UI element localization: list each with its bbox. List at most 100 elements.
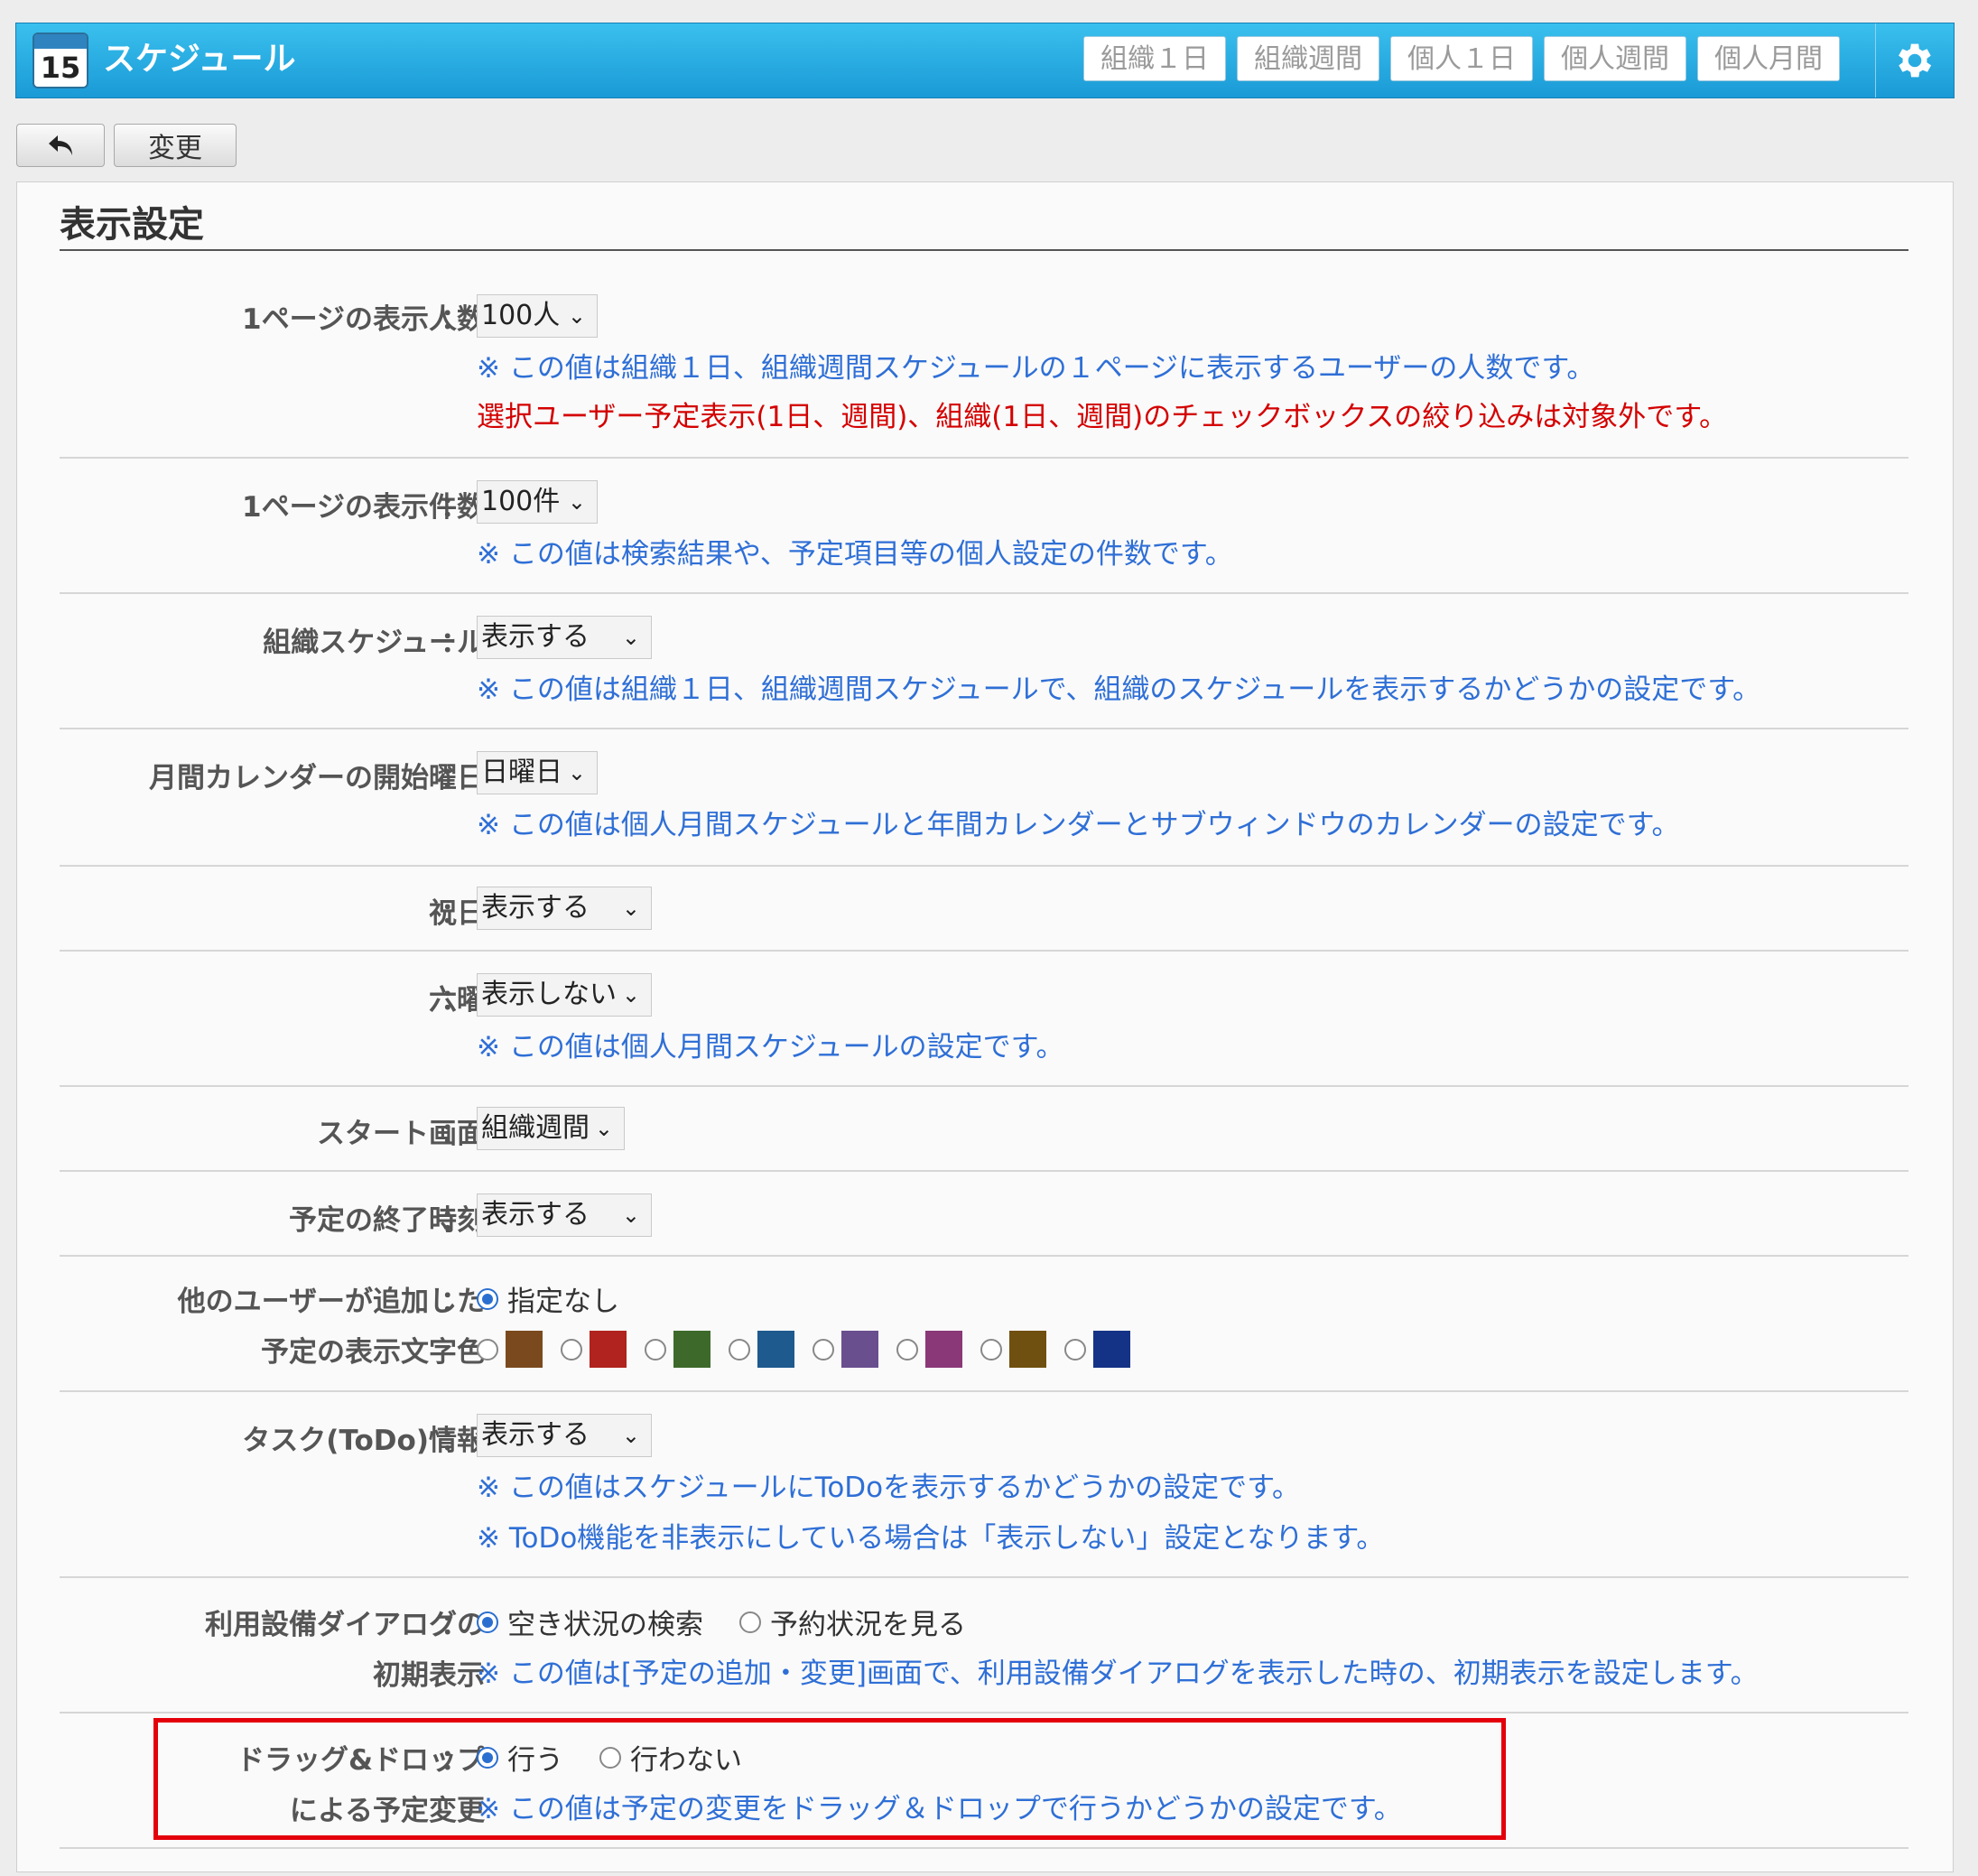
gear-icon xyxy=(1899,43,1932,78)
select-value: 表示する xyxy=(481,621,590,653)
setting-note: ※ この値は[予定の追加・変更]画面で、利用設備ダイアログを表示した時の、初期表… xyxy=(477,1658,1759,1690)
start-screen-select[interactable]: 組織週間 ⌄ xyxy=(477,1107,625,1150)
color-none-option[interactable]: 指定なし xyxy=(477,1278,619,1319)
color-radio-6[interactable] xyxy=(896,1338,918,1361)
chevron-down-icon: ⌄ xyxy=(621,982,640,1008)
select-value: 表示する xyxy=(481,1419,590,1451)
per-page-people-select[interactable]: 100人 ⌄ xyxy=(477,294,598,338)
radio-label: 指定なし xyxy=(507,1286,619,1318)
color-swatch-4[interactable] xyxy=(757,1331,794,1368)
setting-row-text-color: 他のユーザーが追加した 予定の表示文字色 ： 指定なし xyxy=(60,1257,1908,1392)
label-colon: ： xyxy=(441,1118,469,1150)
tab-personal-month[interactable]: 個人月間 xyxy=(1697,36,1840,81)
setting-note: ※ この値はスケジュールにToDoを表示するかどうかの設定です。 xyxy=(477,1472,1301,1504)
chevron-down-icon: ⌄ xyxy=(621,896,640,921)
radio-label: 空き状況の検索 xyxy=(507,1609,703,1641)
settings-button[interactable] xyxy=(1875,23,1954,98)
toolbar: 変更 xyxy=(16,124,237,167)
setting-row-facility-dialog: 利用設備ダイアログの 初期表示 ： 空き状況の検索 予約状況を見る ※ この値は… xyxy=(60,1578,1908,1713)
radio-label: 予約状況を見る xyxy=(770,1609,966,1641)
color-swatch-8[interactable] xyxy=(1093,1331,1130,1368)
select-value: 日曜日 xyxy=(481,757,562,788)
color-radio-4[interactable] xyxy=(729,1338,750,1361)
label-colon: ： xyxy=(441,762,469,794)
tab-personal-week[interactable]: 個人週間 xyxy=(1544,36,1686,81)
week-start-select[interactable]: 日曜日 ⌄ xyxy=(477,751,598,794)
label-colon: ： xyxy=(441,303,469,336)
per-page-items-select[interactable]: 100件 ⌄ xyxy=(477,480,598,524)
setting-note: ※ この値は個人月間スケジュールと年間カレンダーとサブウィンドウのカレンダーの設… xyxy=(477,809,1680,841)
setting-row-rokuyo: 六曜 ： 表示しない ⌄ ※ この値は個人月間スケジュールの設定です。 xyxy=(60,952,1908,1087)
tab-personal-day[interactable]: 個人１日 xyxy=(1390,36,1533,81)
app-title: スケジュール xyxy=(103,41,296,78)
setting-note: ※ この値は個人月間スケジュールの設定です。 xyxy=(477,1031,1064,1063)
radio-reservation-status[interactable] xyxy=(739,1611,761,1633)
label-colon: ： xyxy=(441,1204,469,1237)
holidays-select[interactable]: 表示する ⌄ xyxy=(477,887,652,930)
setting-label-line2: 初期表示 xyxy=(373,1659,485,1692)
change-button[interactable]: 変更 xyxy=(114,124,237,167)
color-swatch-1[interactable] xyxy=(506,1331,543,1368)
color-swatch-5[interactable] xyxy=(841,1331,878,1368)
setting-note-2: ※ ToDo機能を非表示にしている場合は「表示しない」設定となります。 xyxy=(477,1522,1385,1555)
select-value: 表示しない xyxy=(481,979,617,1010)
tab-org-day[interactable]: 組織１日 xyxy=(1083,36,1226,81)
calendar-icon: 15 xyxy=(33,33,88,88)
select-value: 組織週間 xyxy=(481,1112,590,1144)
setting-label-line2: 予定の表示文字色 xyxy=(261,1336,485,1369)
radio-selected[interactable] xyxy=(477,1287,498,1310)
setting-label: 月間カレンダーの開始曜日 xyxy=(149,762,485,794)
setting-note: ※ この値は検索結果や、予定項目等の個人設定の件数です。 xyxy=(477,538,1233,571)
todo-select[interactable]: 表示する ⌄ xyxy=(477,1414,652,1457)
setting-note: ※ この値は組織１日、組織週間スケジュールで、組織のスケジュールを表示するかどう… xyxy=(477,673,1761,706)
chevron-down-icon: ⌄ xyxy=(621,1203,640,1228)
back-button[interactable] xyxy=(16,124,105,167)
setting-row-start-screen: スタート画面 ： 組織週間 ⌄ xyxy=(60,1087,1908,1172)
setting-label: 他のユーザーが追加した xyxy=(177,1286,485,1318)
chevron-down-icon: ⌄ xyxy=(621,1423,640,1448)
setting-row-per-page-people: 1ページの表示人数 ： 100人 ⌄ ※ この値は組織１日、組織週間スケジュール… xyxy=(60,251,1908,459)
radio-vacancy-search[interactable] xyxy=(477,1611,498,1633)
label-colon: ： xyxy=(441,627,469,659)
app-header: 15 スケジュール 組織１日 組織週間 個人１日 個人週間 個人月間 xyxy=(15,23,1955,98)
color-radio-1[interactable] xyxy=(477,1338,498,1361)
select-value: 表示する xyxy=(481,1199,590,1231)
label-colon: ： xyxy=(441,1425,469,1457)
view-tabs: 組織１日 組織週間 個人１日 個人週間 個人月間 xyxy=(1083,36,1840,81)
select-value: 100件 xyxy=(481,486,561,517)
label-colon: ： xyxy=(441,491,469,524)
color-radio-3[interactable] xyxy=(645,1338,666,1361)
chevron-down-icon: ⌄ xyxy=(567,489,586,515)
setting-row-week-start: 月間カレンダーの開始曜日 ： 日曜日 ⌄ ※ この値は個人月間スケジュールと年間… xyxy=(60,729,1908,867)
color-swatch-3[interactable] xyxy=(673,1331,710,1368)
org-schedule-select[interactable]: 表示する ⌄ xyxy=(477,616,652,659)
setting-row-holidays: 祝日 ： 表示する ⌄ xyxy=(60,867,1908,952)
chevron-down-icon: ⌄ xyxy=(567,760,586,785)
end-time-select[interactable]: 表示する ⌄ xyxy=(477,1193,652,1237)
label-colon: ： xyxy=(441,897,469,930)
label-colon: ： xyxy=(441,1609,469,1641)
panel-title: 表示設定 xyxy=(60,204,204,246)
setting-row-todo: タスク(ToDo)情報 ： 表示する ⌄ ※ この値はスケジュールにToDoを表… xyxy=(60,1392,1908,1578)
color-radio-2[interactable] xyxy=(561,1338,582,1361)
setting-row-org-schedule: 組織スケジュール ： 表示する ⌄ ※ この値は組織１日、組織週間スケジュールで… xyxy=(60,594,1908,729)
color-swatch-2[interactable] xyxy=(590,1331,627,1368)
label-colon: ： xyxy=(441,1286,469,1318)
color-swatch-7[interactable] xyxy=(1009,1331,1046,1368)
color-radio-5[interactable] xyxy=(813,1338,834,1361)
facility-radio-group: 空き状況の検索 予約状況を見る xyxy=(477,1602,966,1642)
color-swatch-row xyxy=(477,1331,1130,1368)
select-value: 表示する xyxy=(481,892,590,924)
back-arrow-icon xyxy=(49,135,72,155)
color-radio-7[interactable] xyxy=(980,1338,1002,1361)
setting-warning-note: 選択ユーザー予定表示(1日、週間)、組織(1日、週間)のチェックボックスの絞り込… xyxy=(477,401,1728,433)
chevron-down-icon: ⌄ xyxy=(621,625,640,650)
setting-note: ※ この値は組織１日、組織週間スケジュールの１ページに表示するユーザーの人数です… xyxy=(477,352,1595,385)
chevron-down-icon: ⌄ xyxy=(567,303,586,329)
setting-row-per-page-items: 1ページの表示件数 ： 100件 ⌄ ※ この値は検索結果や、予定項目等の個人設… xyxy=(60,459,1908,594)
rokuyo-select[interactable]: 表示しない ⌄ xyxy=(477,973,652,1017)
chevron-down-icon: ⌄ xyxy=(594,1116,613,1141)
color-radio-8[interactable] xyxy=(1064,1338,1086,1361)
tab-org-week[interactable]: 組織週間 xyxy=(1237,36,1379,81)
color-swatch-6[interactable] xyxy=(925,1331,962,1368)
